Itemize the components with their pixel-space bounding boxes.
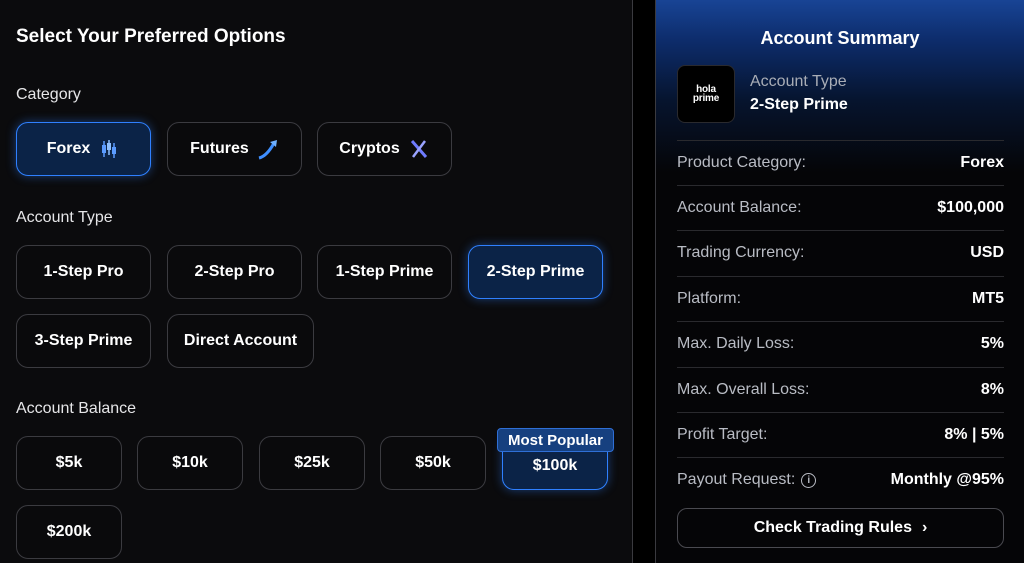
page-title: Select Your Preferred Options	[16, 26, 286, 47]
summary-key: Product Category:	[677, 154, 806, 171]
summary-row-max-daily-loss: Max. Daily Loss: 5%	[677, 321, 1004, 366]
account-type-label-text: 2-Step Pro	[194, 263, 275, 280]
account-type-label-text: 2-Step Prime	[486, 263, 585, 280]
balance-label-text: $10k	[172, 454, 208, 471]
chevron-right-icon: ›	[921, 519, 928, 536]
candlestick-icon	[98, 138, 120, 160]
account-type-2-step-pro[interactable]: 2-Step Pro	[167, 245, 302, 299]
account-type-summary-value: 2-Step Prime	[750, 96, 848, 113]
summary-key-with-info: Payout Request: i	[677, 471, 817, 489]
summary-value: 5%	[980, 335, 1004, 352]
category-cryptos-button[interactable]: Cryptos	[317, 122, 452, 176]
account-type-direct-account[interactable]: Direct Account	[167, 314, 314, 368]
summary-value: USD	[970, 244, 1004, 261]
category-forex-button[interactable]: Forex	[16, 122, 151, 176]
account-type-label-text: 3-Step Prime	[34, 332, 133, 349]
summary-value: Forex	[960, 154, 1004, 171]
account-type-1-step-prime[interactable]: 1-Step Prime	[317, 245, 452, 299]
crypto-x-icon	[408, 138, 430, 160]
account-type-3-step-prime[interactable]: 3-Step Prime	[16, 314, 151, 368]
category-label: Category	[16, 86, 81, 103]
summary-value: 8% | 5%	[944, 426, 1004, 443]
category-label-text: Cryptos	[339, 140, 400, 157]
summary-key: Max. Overall Loss:	[677, 381, 810, 398]
balance-25k-button[interactable]: $25k	[259, 436, 365, 490]
trend-arrow-icon	[257, 138, 279, 160]
summary-row-product-category: Product Category: Forex	[677, 140, 1004, 185]
category-futures-button[interactable]: Futures	[167, 122, 302, 176]
summary-key: Account Balance:	[677, 199, 802, 216]
summary-title: Account Summary	[760, 28, 920, 48]
balance-label-text: $50k	[415, 454, 451, 471]
balance-label-text: $25k	[294, 454, 330, 471]
hola-prime-logo: hola prime	[677, 65, 735, 123]
summary-row-platform: Platform: MT5	[677, 276, 1004, 321]
category-label-text: Futures	[190, 140, 249, 157]
info-icon[interactable]: i	[801, 472, 817, 488]
summary-key: Max. Daily Loss:	[677, 335, 795, 352]
account-type-1-step-pro[interactable]: 1-Step Pro	[16, 245, 151, 299]
summary-row-profit-target: Profit Target: 8% | 5%	[677, 412, 1004, 457]
account-type-2-step-prime[interactable]: 2-Step Prime	[468, 245, 603, 299]
summary-row-account-balance: Account Balance: $100,000	[677, 185, 1004, 230]
summary-value: $100,000	[937, 199, 1004, 216]
balance-label-text: $100k	[532, 457, 578, 474]
rules-button-label: Check Trading Rules	[753, 519, 912, 536]
account-type-label-text: 1-Step Prime	[335, 263, 434, 280]
summary-key: Payout Request:	[677, 471, 796, 488]
summary-row-payout-request: Payout Request: i Monthly @95%	[677, 457, 1004, 502]
summary-row-max-overall-loss: Max. Overall Loss: 8%	[677, 367, 1004, 412]
account-type-summary-label: Account Type	[750, 73, 847, 90]
balance-5k-button[interactable]: $5k	[16, 436, 122, 490]
summary-key: Trading Currency:	[677, 244, 805, 261]
most-popular-badge: Most Popular	[497, 428, 614, 452]
summary-value: 8%	[980, 381, 1004, 398]
balance-200k-button[interactable]: $200k	[16, 505, 122, 559]
check-trading-rules-button[interactable]: Check Trading Rules ›	[677, 508, 1004, 548]
category-label-text: Forex	[46, 140, 91, 157]
account-type-label: Account Type	[16, 209, 113, 226]
balance-10k-button[interactable]: $10k	[137, 436, 243, 490]
summary-key: Platform:	[677, 290, 742, 307]
account-balance-label: Account Balance	[16, 400, 137, 417]
logo-text-prime: prime	[692, 93, 720, 104]
account-type-label-text: Direct Account	[183, 332, 298, 349]
summary-key: Profit Target:	[677, 426, 768, 443]
account-type-label-text: 1-Step Pro	[43, 263, 124, 280]
summary-value: Monthly @95%	[890, 471, 1004, 488]
balance-label-text: $200k	[46, 523, 92, 540]
summary-row-trading-currency: Trading Currency: USD	[677, 230, 1004, 275]
balance-label-text: $5k	[55, 454, 83, 471]
balance-50k-button[interactable]: $50k	[380, 436, 486, 490]
summary-value: MT5	[972, 290, 1004, 307]
